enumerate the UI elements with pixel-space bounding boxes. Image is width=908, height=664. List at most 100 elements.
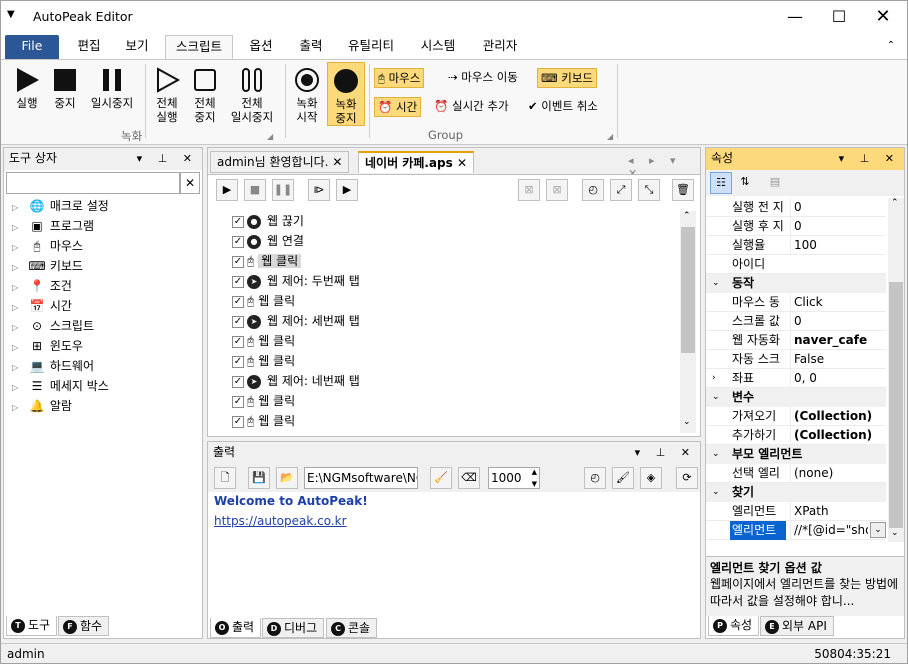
tree-item-alarm[interactable]: ▷ 🔔 알람 (12, 396, 72, 416)
panel-controls[interactable]: ▾ ⊥ ✕ (839, 148, 900, 169)
prop-category-find[interactable]: ⌄ 찾기 (706, 483, 886, 502)
prop-row[interactable]: 실행 전 지0 (706, 198, 886, 217)
refresh-button[interactable]: ◴ (582, 179, 604, 201)
prop-row[interactable]: 실행 후 지0 (706, 217, 886, 236)
tab-script[interactable]: 스크립트 (165, 35, 233, 59)
clean-button[interactable]: 🧹 (430, 467, 452, 489)
stop-button[interactable]: 중지 (47, 66, 83, 110)
categorized-icon[interactable]: ☷ (710, 172, 732, 194)
tab-tools[interactable]: T 도구 (6, 616, 58, 636)
run-button[interactable]: 실행 (7, 66, 47, 110)
enable-button[interactable]: ⊠ (546, 179, 568, 201)
script-row[interactable]: ✓ ● 웹 끊기 (232, 211, 304, 231)
tree-item-script[interactable]: ▷ ⊙ 스크립트 (12, 316, 94, 336)
tab-properties[interactable]: P 속성 (708, 616, 760, 636)
sort-alpha-icon[interactable]: ⇅ (734, 172, 756, 194)
tab-console[interactable]: C 콘솔 (326, 618, 378, 638)
time-toggle[interactable]: ⏰ 시간 (374, 97, 422, 117)
pause-all-button[interactable]: 전체 일시중지 (225, 66, 279, 124)
tab-output[interactable]: 출력 (289, 35, 333, 59)
prop-category-parent-element[interactable]: ⌄ 부모 엘리먼트 (706, 445, 886, 464)
tree-item-program[interactable]: ▷ ▣ 프로그램 (12, 216, 94, 236)
panel-controls[interactable]: ▾ ⊥ ✕ (137, 148, 198, 169)
script-row[interactable]: ✓ 🖰 웹 클릭 (232, 411, 295, 431)
tab-system[interactable]: 시스템 (411, 35, 465, 59)
refresh-log-button[interactable]: ⟳ (676, 467, 698, 489)
expand-button[interactable]: ⤢ (610, 179, 632, 201)
doc-tab-welcome[interactable]: admin님 환영합니다. ✕ (210, 151, 350, 173)
tree-item-hardware[interactable]: ▷ 💻 하드웨어 (12, 356, 94, 376)
property-pages-icon[interactable]: ▤ (764, 172, 786, 194)
prop-row[interactable]: 아이디 (706, 255, 886, 274)
tab-external-api[interactable]: E 외부 API (760, 616, 834, 636)
prop-category-action[interactable]: ⌄ 동작 (706, 274, 886, 293)
prop-row[interactable]: 웹 자동화 naver_cafe (706, 331, 886, 350)
tab-output[interactable]: O 출력 (210, 618, 262, 638)
pause-script-button[interactable]: ❚❚ (272, 179, 294, 201)
collapse-ribbon-icon[interactable]: ⌃ (881, 35, 901, 59)
script-row[interactable]: ✓ ➤ 웹 제어: 네번째 탭 (232, 371, 360, 391)
vertical-scrollbar[interactable]: ⌃ ⌄ (680, 211, 696, 433)
open-folder-button[interactable]: 📂 (276, 467, 298, 489)
fill-color-button[interactable]: ◈ (640, 467, 662, 489)
output-link[interactable]: https://autopeak.co.kr (214, 514, 347, 528)
timestamp-button[interactable]: ◴ (584, 467, 606, 489)
save-log-button[interactable]: 💾 (248, 467, 270, 489)
tab-view[interactable]: 보기 (115, 35, 159, 59)
run-from-button[interactable]: ▶ (336, 179, 358, 201)
log-path-input[interactable]: E:\NGMsoftware\NG (304, 467, 418, 489)
disable-button[interactable]: ⊠ (518, 179, 540, 201)
prop-row[interactable]: 추가하기 (Collection) (706, 426, 886, 445)
tree-item-mouse[interactable]: ▷ 🖰 마우스 (12, 236, 83, 256)
script-row[interactable]: ✓ ➤ 웹 제어: 세번째 탭 (232, 311, 360, 331)
stop-all-button[interactable]: 전체 중지 (187, 66, 223, 124)
delete-button[interactable]: 🗑 (672, 179, 694, 201)
script-row[interactable]: ✓ 🖰 웹 클릭 (232, 331, 295, 351)
property-scrollbar[interactable]: ⌃ ⌄ (888, 198, 904, 542)
toolbox-search-input[interactable] (6, 172, 180, 194)
prop-row[interactable]: 엘리먼트 XPath (706, 502, 886, 521)
run-all-button[interactable]: 전체 실행 (149, 66, 185, 124)
tree-item-time[interactable]: ▷ 📅 시간 (12, 296, 72, 316)
prop-row-selected[interactable]: 엘리먼트//*[@id="sho ⌄ (706, 521, 886, 540)
tab-utility[interactable]: 유틸리티 (339, 35, 403, 59)
prop-row[interactable]: 스크롤 값0 (706, 312, 886, 331)
mouse-toggle[interactable]: 🖰 마우스 (374, 68, 425, 88)
maximize-button[interactable]: ☐ (819, 5, 859, 29)
prop-row[interactable]: 선택 엘리 (none) (706, 464, 886, 483)
tab-options[interactable]: 옵션 (239, 35, 283, 59)
quick-access-dropdown-icon[interactable]: ▼ (7, 9, 15, 20)
clear-search-button[interactable]: ✕ (180, 172, 200, 194)
tree-item-macro-settings[interactable]: ▷ 🌐 매크로 설정 (12, 196, 109, 216)
minimize-button[interactable]: — (775, 5, 815, 29)
prop-row[interactable]: 마우스 동 Click (706, 293, 886, 312)
record-start-button[interactable]: 녹화 시작 (289, 66, 325, 124)
script-row[interactable]: ✓ 🖰 웹 클릭 (232, 291, 295, 311)
run-script-button[interactable]: ▶ (216, 179, 238, 201)
stop-script-button[interactable]: ■ (244, 179, 266, 201)
prop-category-variables[interactable]: ⌄ 변수 (706, 388, 886, 407)
panel-controls[interactable]: ▾ ⊥ ✕ (635, 442, 696, 463)
script-row[interactable]: ✓ ➤ 웹 제어: 두번째 탭 (232, 271, 360, 291)
brush-button[interactable]: 🖌 (612, 467, 634, 489)
tree-item-condition[interactable]: ▷ 📍 조건 (12, 276, 72, 296)
prop-row[interactable]: › 좌표 0, 0 (706, 369, 886, 388)
script-row[interactable]: ✓ ● 웹 연결 (232, 231, 304, 251)
keyboard-toggle[interactable]: ⌨ 키보드 (537, 68, 598, 88)
prop-row[interactable]: 실행율 100 (706, 236, 886, 255)
script-row[interactable]: ✓ 🖰 웹 클릭 (232, 351, 295, 371)
group-launcher-icon-2[interactable]: ◢ (607, 132, 613, 141)
file-tab[interactable]: File (5, 35, 59, 59)
pause-button[interactable]: 일시중지 (85, 66, 139, 110)
prop-row[interactable]: 자동 스크 False (706, 350, 886, 369)
step-button[interactable]: ⧐ (308, 179, 330, 201)
new-log-button[interactable]: 🗋 (214, 467, 236, 489)
record-stop-button[interactable]: 녹화 중지 (327, 62, 365, 126)
tree-item-keyboard[interactable]: ▷ ⌨ 키보드 (12, 256, 83, 276)
tree-item-message-box[interactable]: ▷ ☰ 메세지 박스 (12, 376, 109, 396)
tree-item-window[interactable]: ▷ ⊞ 윈도우 (12, 336, 83, 356)
tab-admin[interactable]: 관리자 (473, 35, 527, 59)
script-row[interactable]: ✓ 🖰 웹 클릭 (232, 391, 295, 411)
script-row-selected[interactable]: ✓ 🖰 웹 클릭 (232, 251, 302, 271)
prop-row[interactable]: 가져오기 (Collection) (706, 407, 886, 426)
